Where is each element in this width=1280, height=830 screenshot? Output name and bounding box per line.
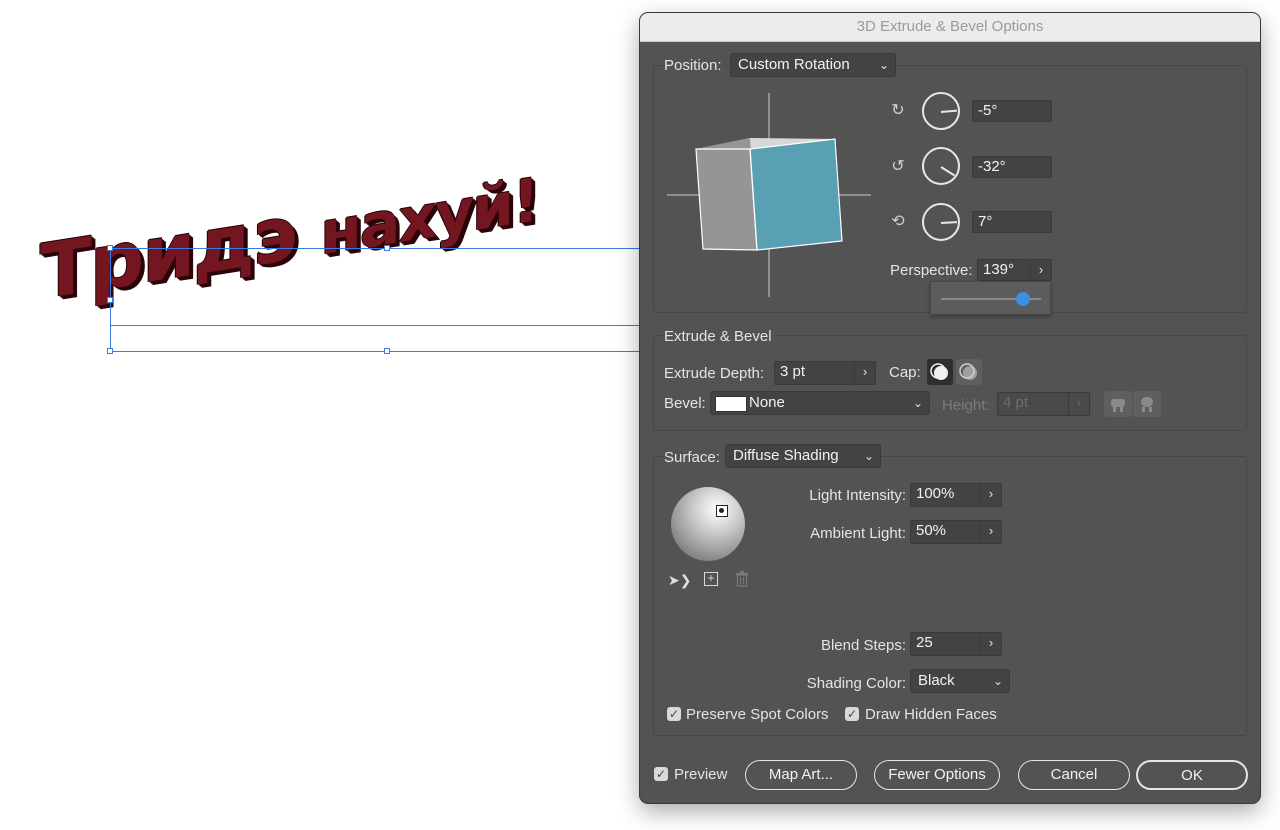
ambient-light-stepper[interactable]: › bbox=[980, 520, 1002, 544]
rotation-cube-preview[interactable] bbox=[666, 91, 876, 301]
chevron-down-icon: ⌄ bbox=[912, 396, 923, 410]
cap-on-icon bbox=[930, 363, 948, 380]
delete-light-icon bbox=[736, 571, 748, 587]
cube-front-face bbox=[750, 139, 842, 250]
cancel-button[interactable]: Cancel bbox=[1018, 760, 1130, 790]
ambient-light-field[interactable]: 50% bbox=[910, 520, 982, 544]
x-rotation-dial[interactable] bbox=[922, 92, 960, 130]
chevron-down-icon: ⌄ bbox=[992, 674, 1003, 688]
bevel-extent-in-button bbox=[1133, 391, 1161, 417]
z-axis-rotate-icon: ⟲ bbox=[891, 213, 905, 230]
map-art-button[interactable]: Map Art... bbox=[745, 760, 857, 790]
perspective-field[interactable]: 139° bbox=[977, 259, 1031, 281]
light-intensity-field[interactable]: 100% bbox=[910, 483, 982, 507]
draw-hidden-faces-label: Draw Hidden Faces bbox=[865, 706, 997, 723]
blend-steps-label: Blend Steps: bbox=[820, 637, 906, 654]
extrude-depth-field[interactable]: 3 pt bbox=[774, 361, 856, 385]
fewer-options-button[interactable]: Fewer Options bbox=[874, 760, 1000, 790]
preview-label: Preview bbox=[674, 766, 728, 783]
preserve-spot-colors-checkbox[interactable]: ✓ bbox=[667, 707, 681, 721]
shading-color-value: Black bbox=[918, 672, 955, 689]
selection-baseline bbox=[110, 325, 640, 326]
ambient-light-label: Ambient Light: bbox=[810, 525, 906, 542]
bevel-in-icon bbox=[1141, 397, 1153, 412]
height-field: 4 pt bbox=[997, 392, 1071, 416]
shading-color-label: Shading Color: bbox=[806, 675, 906, 692]
bevel-out-icon bbox=[1111, 399, 1125, 412]
bevel-label: Bevel: bbox=[664, 395, 706, 412]
art-text-main: Тридэ bbox=[40, 187, 296, 317]
x-rotation-field[interactable]: -5° bbox=[972, 100, 1052, 122]
z-rotation-dial[interactable] bbox=[922, 203, 960, 241]
selection-handle-tl[interactable] bbox=[107, 245, 113, 251]
x-axis-rotate-icon: ↻ bbox=[891, 102, 905, 119]
height-stepper: › bbox=[1068, 392, 1090, 416]
cap-off-icon bbox=[959, 363, 977, 380]
selection-handle-ml[interactable] bbox=[107, 297, 113, 303]
draw-hidden-faces-checkbox[interactable]: ✓ bbox=[845, 707, 859, 721]
surface-select[interactable]: Diffuse Shading ⌄ bbox=[725, 444, 881, 468]
shading-color-select[interactable]: Black ⌄ bbox=[910, 669, 1010, 693]
bevel-extent-out-button bbox=[1104, 391, 1132, 417]
art-text-small: нахуй! bbox=[320, 165, 538, 270]
light-sphere[interactable] bbox=[671, 487, 745, 561]
cap-label: Cap: bbox=[889, 364, 921, 381]
bevel-select[interactable]: None ⌄ bbox=[710, 391, 930, 415]
ok-button[interactable]: OK bbox=[1136, 760, 1248, 790]
extruded-3d-text[interactable]: Тридэ нахуй! bbox=[40, 149, 538, 317]
cube-side-face bbox=[696, 138, 757, 250]
preview-checkbox[interactable]: ✓ bbox=[654, 767, 668, 781]
height-label: Height: bbox=[942, 397, 990, 414]
perspective-slider-thumb[interactable] bbox=[1016, 292, 1030, 306]
selection-handle-bl[interactable] bbox=[107, 348, 113, 354]
light-source-handle[interactable] bbox=[716, 505, 728, 517]
selection-bottom-edge bbox=[110, 351, 640, 352]
y-dial-hand bbox=[940, 166, 956, 177]
y-rotation-dial[interactable] bbox=[922, 147, 960, 185]
preserve-spot-colors-label: Preserve Spot Colors bbox=[686, 706, 829, 723]
cap-on-button[interactable] bbox=[927, 359, 953, 385]
position-label: Position: bbox=[664, 57, 726, 74]
surface-select-value: Diffuse Shading bbox=[733, 447, 839, 464]
y-axis-rotate-icon: ↺ bbox=[891, 158, 905, 175]
perspective-slider-popup bbox=[930, 281, 1051, 315]
chevron-down-icon: ⌄ bbox=[863, 449, 874, 463]
selection-top-edge bbox=[110, 248, 640, 249]
x-dial-hand bbox=[940, 109, 958, 113]
bevel-none-swatch bbox=[715, 396, 747, 412]
perspective-label: Perspective: bbox=[890, 262, 973, 279]
chevron-down-icon: ⌄ bbox=[878, 58, 889, 72]
blend-steps-field[interactable]: 25 bbox=[910, 632, 982, 656]
move-light-back-icon[interactable]: ➤❯ bbox=[668, 572, 691, 590]
selection-handle-bm[interactable] bbox=[384, 348, 390, 354]
blend-steps-stepper[interactable]: › bbox=[980, 632, 1002, 656]
surface-label: Surface: bbox=[664, 449, 724, 466]
light-intensity-label: Light Intensity: bbox=[809, 487, 906, 504]
z-dial-hand bbox=[940, 221, 958, 224]
perspective-slider-toggle[interactable]: › bbox=[1030, 259, 1052, 281]
selection-handle-tm[interactable] bbox=[384, 245, 390, 251]
z-rotation-field[interactable]: 7° bbox=[972, 211, 1052, 233]
extrude-bevel-dialog: 3D Extrude & Bevel Options Position: Cus… bbox=[640, 13, 1260, 803]
extrude-depth-label: Extrude Depth: bbox=[664, 365, 765, 382]
bevel-select-value: None bbox=[749, 394, 785, 411]
y-rotation-field[interactable]: -32° bbox=[972, 156, 1052, 178]
position-select[interactable]: Custom Rotation ⌄ bbox=[730, 53, 896, 77]
extrude-bevel-section-title: Extrude & Bevel bbox=[664, 328, 776, 345]
light-intensity-stepper[interactable]: › bbox=[980, 483, 1002, 507]
extrude-depth-stepper[interactable]: › bbox=[854, 361, 876, 385]
new-light-icon[interactable]: + bbox=[704, 572, 718, 586]
cap-off-button[interactable] bbox=[956, 359, 982, 385]
position-select-value: Custom Rotation bbox=[738, 56, 850, 73]
dialog-title: 3D Extrude & Bevel Options bbox=[640, 13, 1260, 42]
